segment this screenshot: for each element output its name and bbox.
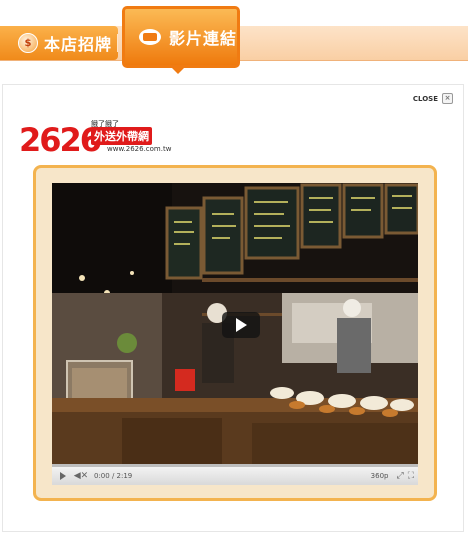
volume-muted-icon[interactable]: ◀✕ (74, 469, 88, 483)
tab-video-link[interactable]: 影片連結 (122, 6, 240, 68)
logo-number: 2626 (19, 121, 102, 159)
tab-bar: $ 本店招牌 影片連結 (0, 0, 468, 80)
close-label: CLOSE (412, 94, 438, 103)
close-button[interactable]: CLOSE × (413, 93, 453, 104)
video-icon (139, 29, 161, 45)
time-display: 0:00 / 2:19 (94, 472, 133, 480)
player-controls: ◀✕ 0:00 / 2:19 360p ⤢ ⛶ (52, 464, 418, 485)
tab-store-signature[interactable]: $ 本店招牌 (0, 26, 118, 60)
quality-button[interactable]: 360p (371, 472, 389, 480)
play-icon[interactable] (56, 469, 70, 483)
tab-divider (117, 34, 118, 52)
video-frame: ◀✕ 0:00 / 2:19 360p ⤢ ⛶ (33, 165, 437, 501)
play-overlay-button[interactable] (222, 312, 260, 338)
close-icon[interactable]: × (442, 93, 453, 104)
play-icon (235, 318, 247, 332)
logo-name: 外送外帶網 (91, 127, 152, 145)
video-player[interactable] (52, 183, 418, 466)
logo-url: www.2626.com.tw (107, 145, 172, 153)
expand-icon[interactable]: ⤢ (396, 471, 403, 481)
tab-store-label: 本店招牌 (44, 35, 113, 54)
tab-video-label: 影片連結 (169, 29, 238, 48)
fullscreen-icon[interactable]: ⛶ (408, 471, 414, 481)
logo-2626: 2626 餓了餓了 外送外帶網 www.2626.com.tw (19, 115, 172, 161)
video-panel: CLOSE × 2626 餓了餓了 外送外帶網 www.2626.com.tw (2, 84, 464, 532)
coin-icon: $ (18, 33, 38, 53)
active-tab-pointer (170, 66, 186, 74)
progress-bar[interactable] (52, 464, 418, 467)
